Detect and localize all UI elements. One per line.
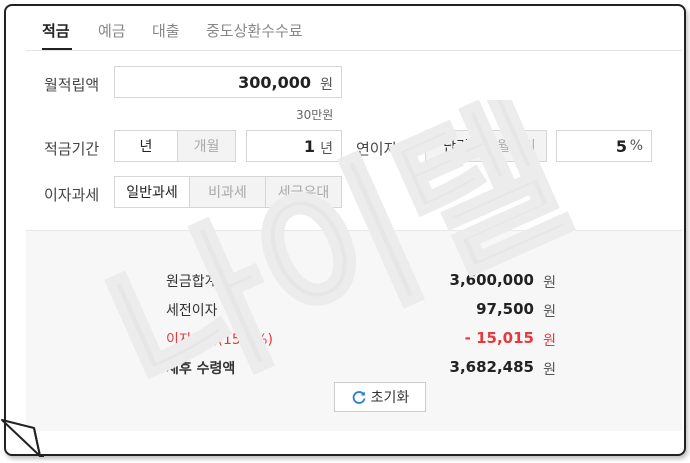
period-unit: 년 xyxy=(320,141,333,157)
result-unit: 원 xyxy=(543,304,556,320)
reset-button[interactable]: 초기화 xyxy=(334,382,426,412)
monthly-amount-unit: 원 xyxy=(320,77,333,93)
result-value: - 15,015 xyxy=(464,329,534,347)
refresh-icon xyxy=(352,391,366,404)
result-value: 3,682,485 xyxy=(449,358,534,376)
monthly-amount-label: 월적립액 xyxy=(44,76,100,94)
calculator-body: 적금 예금 대출 중도상환수수료 월적립액 300,000 원 30만원 적금기… xyxy=(26,14,682,444)
active-tab-indicator xyxy=(42,48,72,50)
rate-type-compound[interactable]: 월복리 xyxy=(486,131,546,161)
monthly-amount-hint: 30만원 xyxy=(296,108,334,122)
tab-savings[interactable]: 적금 xyxy=(42,20,70,41)
tax-label: 이자과세 xyxy=(44,186,100,204)
result-label: 세후 수령액 xyxy=(166,361,236,377)
result-unit: 원 xyxy=(543,275,556,291)
result-row-interest-tax: 이자과세(15.4%) - 15,015 원 xyxy=(166,329,556,351)
result-row-pretax-interest: 세전이자 97,500 원 xyxy=(166,300,556,322)
rate-unit: % xyxy=(629,138,643,154)
rate-type-toggle: 단리 월복리 xyxy=(425,130,547,162)
result-value: 97,500 xyxy=(476,300,534,318)
period-unit-toggle: 년 개월 xyxy=(114,130,236,162)
result-label: 세전이자 xyxy=(166,303,218,319)
result-row-after-tax-total: 세후 수령액 3,682,485 원 xyxy=(166,358,556,380)
result-label: 원금합계 xyxy=(166,274,218,290)
period-value: 1 xyxy=(303,137,315,156)
rate-label: 연이자율 xyxy=(356,140,412,158)
tab-prepayment-fee[interactable]: 중도상환수수료 xyxy=(206,20,303,41)
rate-value: 5 xyxy=(615,137,627,156)
tax-type-general[interactable]: 일반과세 xyxy=(115,177,189,207)
rate-type-simple[interactable]: 단리 xyxy=(426,131,486,161)
result-unit: 원 xyxy=(543,333,556,349)
period-label: 적금기간 xyxy=(44,140,100,158)
result-label: 이자과세(15.4%) xyxy=(166,332,273,348)
rate-input[interactable]: 5 % xyxy=(556,130,652,162)
tax-type-toggle: 일반과세 비과세 세금우대 xyxy=(114,176,342,208)
monthly-amount-value: 300,000 xyxy=(238,73,311,92)
tab-deposit[interactable]: 예금 xyxy=(98,20,126,41)
result-unit: 원 xyxy=(543,362,556,378)
period-unit-month[interactable]: 개월 xyxy=(177,131,235,161)
tab-loan[interactable]: 대출 xyxy=(152,20,180,41)
period-input[interactable]: 1 년 xyxy=(246,130,342,162)
tax-type-preferential[interactable]: 세금우대 xyxy=(265,177,341,207)
result-value: 3,600,000 xyxy=(449,271,534,289)
period-unit-year[interactable]: 년 xyxy=(115,131,177,161)
reset-label: 초기화 xyxy=(370,390,410,406)
tab-bar: 적금 예금 대출 중도상환수수료 xyxy=(26,14,682,51)
result-row-principal: 원금합계 3,600,000 원 xyxy=(166,271,556,293)
monthly-amount-input[interactable]: 300,000 원 xyxy=(114,66,342,98)
page-curl-decoration xyxy=(1,419,44,457)
tax-type-exempt[interactable]: 비과세 xyxy=(189,177,265,207)
